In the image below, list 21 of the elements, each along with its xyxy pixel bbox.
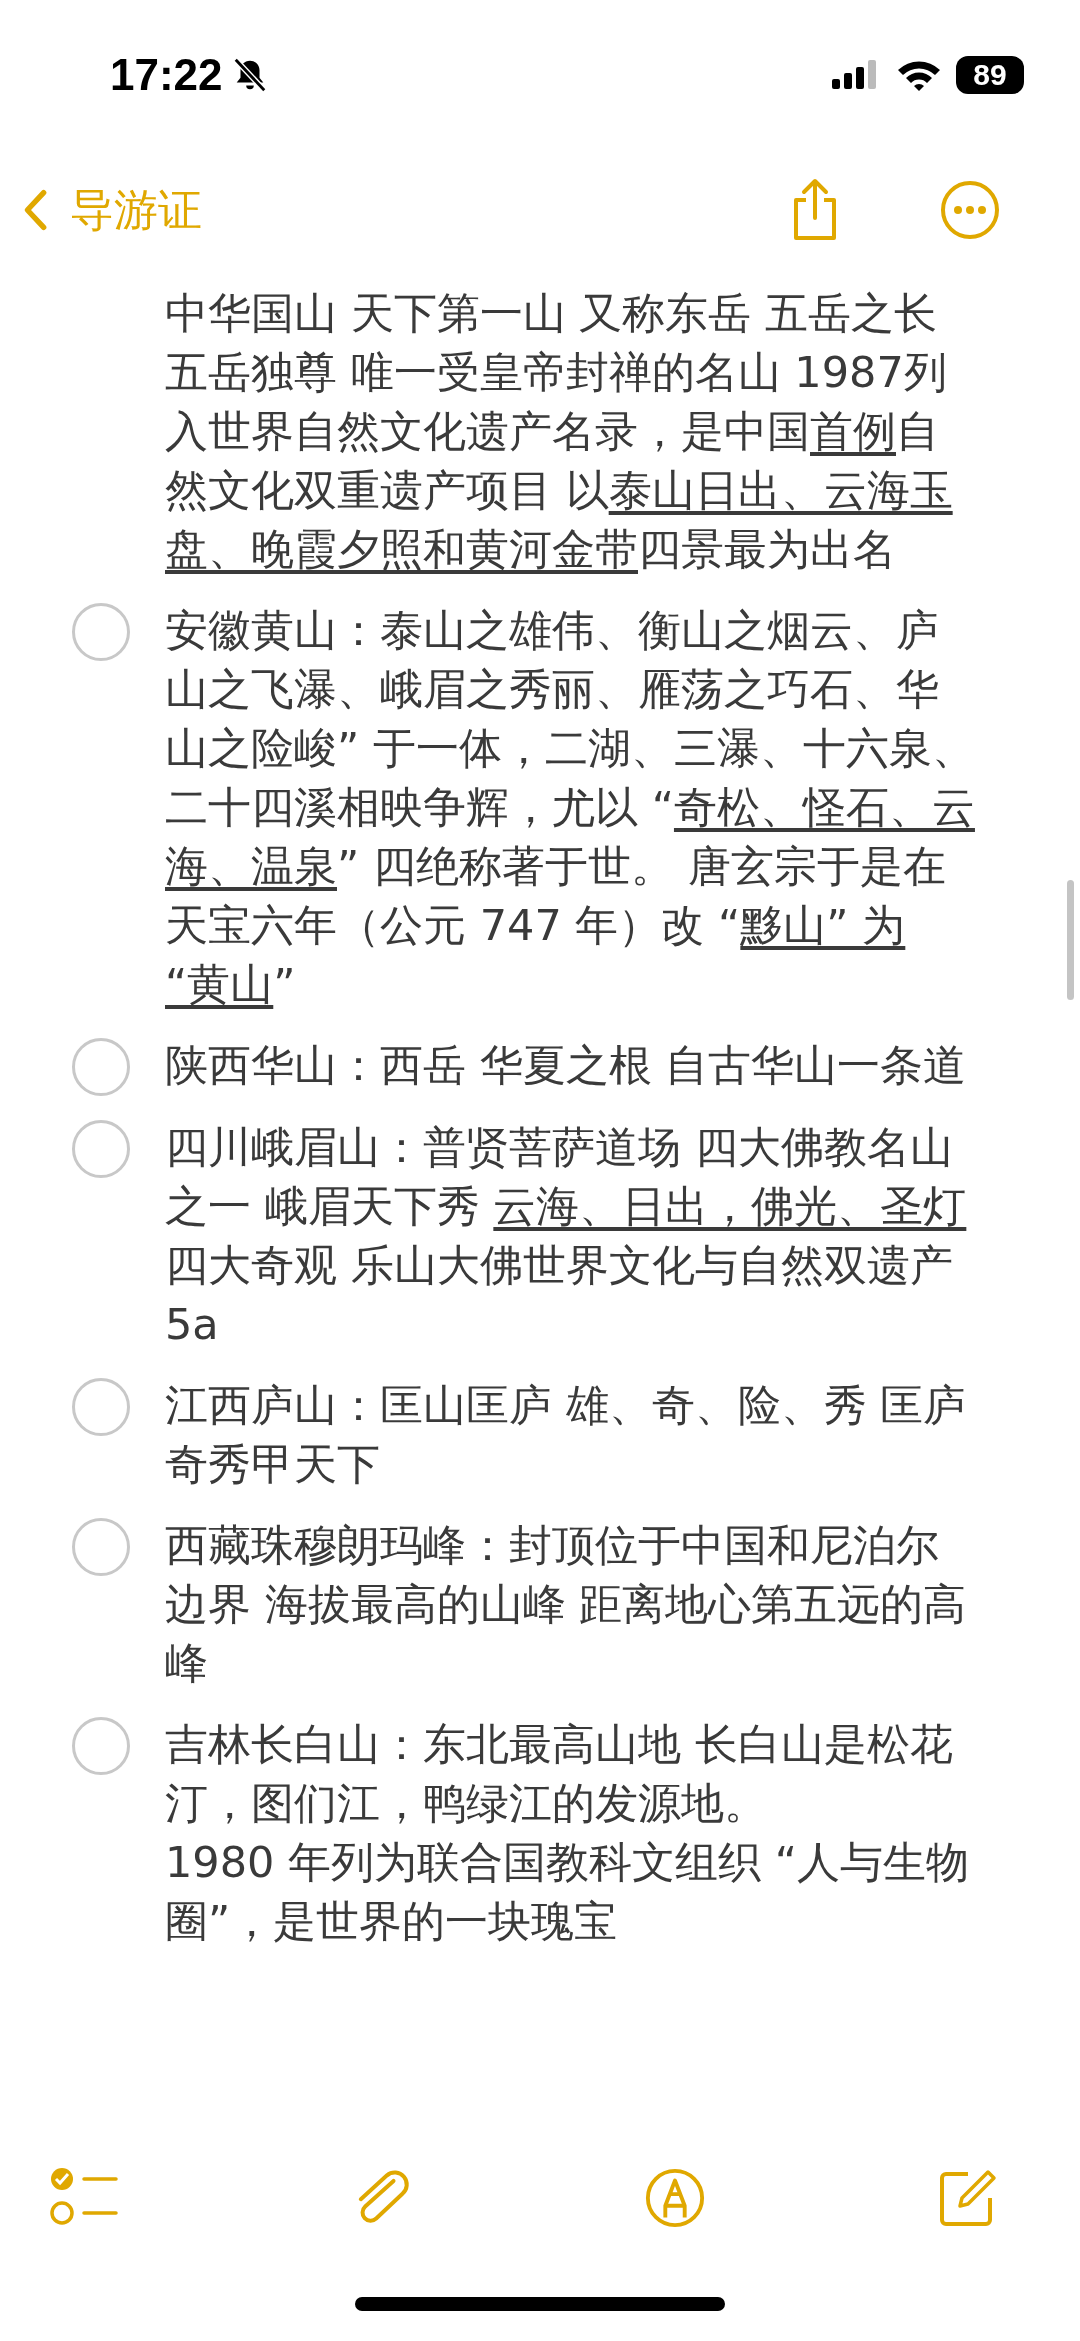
checklist-item-text: 中华国山 天下第一山 又称东岳 五岳之长五岳独尊 唯一受皇帝封禅的名山 1987列入世界自然文化遗产名录，是中国首例自然文化双重遗产项目 以泰山日出、云海玉盘、晚霞夕照和黄河金带四景最为出名 bbox=[165, 287, 954, 576]
back-chevron-icon[interactable] bbox=[22, 188, 48, 232]
checklist-item-text: 西藏珠穆朗玛峰：封顶位于中国和尼泊尔边界 海拔最高的山峰 距离地心第五远的高峰 bbox=[165, 1519, 968, 1690]
back-button[interactable]: 导游证 bbox=[22, 180, 202, 240]
more-options-icon[interactable] bbox=[940, 180, 1000, 240]
checklist-circle[interactable] bbox=[72, 603, 130, 661]
checklist-item-text: 江西庐山：匡山匡庐 雄、奇、险、秀 匡庐奇秀甲天下 bbox=[165, 1379, 968, 1491]
checklist-item-text: 陕西华山：西岳 华夏之根 自古华山一条道 bbox=[165, 1039, 968, 1092]
wifi-icon bbox=[896, 58, 942, 92]
battery-level: 89 bbox=[956, 56, 1024, 94]
checklist-circle[interactable] bbox=[72, 1717, 130, 1775]
checklist-circle[interactable] bbox=[72, 1378, 130, 1436]
checklist-circle[interactable] bbox=[72, 1120, 130, 1178]
checklist-circle[interactable] bbox=[72, 1038, 130, 1096]
compose-icon[interactable] bbox=[938, 2168, 998, 2228]
status-time: 17:22 bbox=[110, 50, 223, 100]
markup-pen-icon[interactable] bbox=[644, 2167, 706, 2229]
checklist-item-text: 安徽黄山：泰山之雄伟、衡山之烟云、庐山之飞瀑、峨眉之秀丽、雁荡之巧石、华山之险峻” 于一体，二湖、三瀑、十六泉、二十四溪相映争辉，尤以 “奇松、怪石、云海、温泉” 四绝称著于世。 唐玄宗于是在天宝六年（公元 747 年）改 “黟山” 为 “黄山” bbox=[165, 604, 976, 1011]
checklist-circle[interactable] bbox=[72, 1518, 130, 1576]
checklist-item-text: 吉林长白山：东北最高山地 长白山是松花汀，图们江，鸭绿江的发源地。 1980 年列为联合国教科文组织 “人与生物圈”，是世界的一块瑰宝 bbox=[165, 1718, 971, 1948]
checklist-item-text: 四川峨眉山：普贤菩萨道场 四大佛教名山之一 峨眉天下秀 云海、日出，佛光、圣灯 四大奇观 乐山大佛世界文化与自然双遗产 5a bbox=[165, 1121, 968, 1351]
